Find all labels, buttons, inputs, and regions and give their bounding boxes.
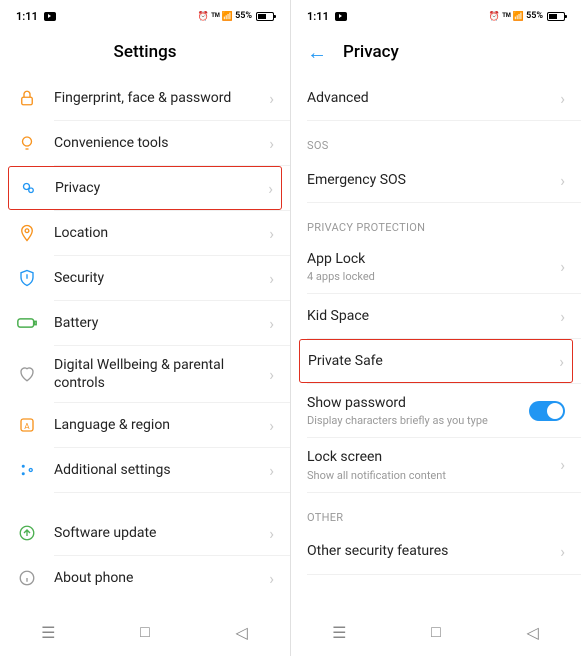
youtube-icon [44, 12, 56, 21]
privacy-item-emergency-sos[interactable]: Emergency SOS › [299, 158, 573, 202]
chevron-right-icon: › [269, 569, 274, 588]
header: Settings [0, 28, 290, 76]
nav-bar: ☰ □ ◁ [0, 608, 290, 656]
chevron-right-icon: › [560, 171, 565, 190]
settings-list[interactable]: Fingerprint, face & password › Convenien… [0, 76, 290, 606]
settings-item-fingerprint[interactable]: Fingerprint, face & password › [0, 76, 290, 120]
section-header-other: OTHER [291, 493, 581, 530]
privacy-item-app-lock[interactable]: App Lock 4 apps locked › [299, 240, 573, 293]
chevron-right-icon: › [560, 257, 565, 276]
battery-pct: 55% [526, 11, 543, 21]
privacy-list[interactable]: Advanced › SOS Emergency SOS › PRIVACY P… [291, 76, 581, 606]
nav-bar: ☰ □ ◁ [291, 608, 581, 656]
youtube-icon [335, 12, 347, 21]
settings-item-battery[interactable]: Battery › [0, 301, 290, 345]
chevron-right-icon: › [560, 542, 565, 561]
chevron-right-icon: › [269, 461, 274, 480]
settings-item-privacy[interactable]: Privacy › [8, 166, 282, 210]
nav-back-icon[interactable]: ◁ [524, 623, 542, 641]
settings-item-convenience[interactable]: Convenience tools › [0, 121, 290, 165]
chevron-right-icon: › [269, 134, 274, 153]
settings-item-additional[interactable]: Additional settings › [0, 448, 290, 492]
privacy-item-show-password[interactable]: Show password Display characters briefly… [299, 384, 573, 437]
status-bar: 1:11 ⏰ ᵀᴹ 📶 55% [0, 0, 290, 28]
privacy-screen: 1:11 ⏰ ᵀᴹ 📶 55% ← Privacy Advanced › SOS… [291, 0, 581, 656]
chevron-right-icon: › [269, 269, 274, 288]
shield-icon [16, 267, 38, 289]
header: ← Privacy [291, 28, 581, 76]
settings-item-location[interactable]: Location › [0, 211, 290, 255]
chevron-right-icon: › [560, 307, 565, 326]
chevron-right-icon: › [269, 224, 274, 243]
status-time: 1:11 [16, 10, 38, 23]
back-arrow-icon[interactable]: ← [307, 40, 327, 65]
privacy-item-kid-space[interactable]: Kid Space › [299, 294, 573, 338]
chevron-right-icon: › [269, 89, 274, 108]
section-header-sos: SOS [291, 121, 581, 158]
section-header-privacy-protection: PRIVACY PROTECTION [291, 203, 581, 240]
status-bar: 1:11 ⏰ ᵀᴹ 📶 55% [291, 0, 581, 28]
svg-text:A: A [24, 422, 30, 432]
chevron-right-icon: › [269, 416, 274, 435]
settings-item-security[interactable]: Security › [0, 256, 290, 300]
chevron-right-icon: › [268, 179, 273, 198]
nav-home-icon[interactable]: □ [427, 623, 445, 641]
lock-icon [16, 87, 38, 109]
status-time: 1:11 [307, 10, 329, 23]
settings-screen: 1:11 ⏰ ᵀᴹ 📶 55% Settings Fingerprint, fa… [0, 0, 290, 656]
chevron-right-icon: › [269, 314, 274, 333]
chevron-right-icon: › [560, 455, 565, 474]
nav-home-icon[interactable]: □ [136, 623, 154, 641]
heart-icon [16, 363, 38, 385]
status-indicators: ⏰ ᵀᴹ 📶 [489, 11, 524, 22]
chevron-right-icon: › [559, 352, 564, 371]
privacy-item-advanced[interactable]: Advanced › [299, 76, 573, 120]
privacy-item-other-security[interactable]: Other security features › [299, 530, 573, 574]
page-title: Settings [114, 42, 177, 62]
chevron-right-icon: › [560, 89, 565, 108]
privacy-icon [17, 177, 39, 199]
battery-status-icon [547, 12, 565, 21]
chevron-right-icon: › [269, 365, 274, 384]
update-icon [16, 522, 38, 544]
settings-item-wellbeing[interactable]: Digital Wellbeing & parental controls › [0, 346, 290, 402]
show-password-toggle[interactable] [529, 401, 565, 421]
nav-recent-icon[interactable]: ☰ [39, 623, 57, 641]
chevron-right-icon: › [269, 524, 274, 543]
battery-pct: 55% [235, 11, 252, 21]
settings-item-language[interactable]: A Language & region › [0, 403, 290, 447]
settings-item-update[interactable]: Software update › [0, 511, 290, 555]
bulb-icon [16, 132, 38, 154]
dots-icon [16, 459, 38, 481]
battery-row-icon [16, 312, 38, 334]
status-indicators: ⏰ ᵀᴹ 📶 [198, 11, 233, 22]
privacy-item-private-safe[interactable]: Private Safe › [299, 339, 573, 383]
info-icon [16, 567, 38, 589]
location-icon [16, 222, 38, 244]
nav-recent-icon[interactable]: ☰ [330, 623, 348, 641]
settings-item-about[interactable]: About phone › [0, 556, 290, 600]
nav-back-icon[interactable]: ◁ [233, 623, 251, 641]
language-icon: A [16, 414, 38, 436]
privacy-item-lock-screen[interactable]: Lock screen Show all notification conten… [299, 438, 573, 491]
battery-status-icon [256, 12, 274, 21]
page-title: Privacy [343, 42, 399, 62]
